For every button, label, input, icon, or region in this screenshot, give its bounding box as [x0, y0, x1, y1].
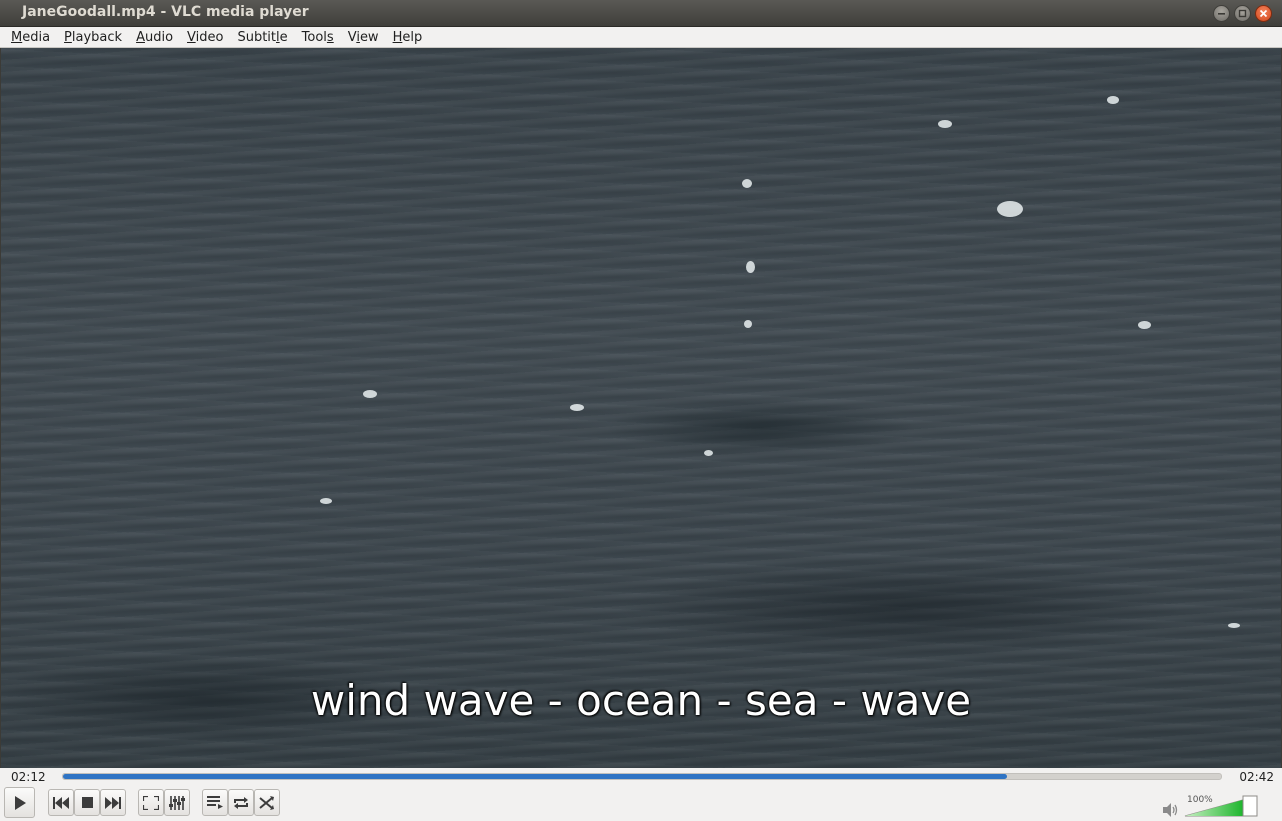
minimize-button[interactable]	[1213, 5, 1230, 22]
next-icon	[105, 796, 121, 809]
seek-slider[interactable]	[62, 773, 1222, 780]
extended-settings-button[interactable]	[164, 789, 190, 816]
playlist-button[interactable]	[202, 789, 228, 816]
playlist-icon	[207, 796, 223, 809]
water-sparkle	[742, 179, 752, 188]
previous-icon	[53, 796, 69, 809]
total-time[interactable]: 02:42	[1239, 770, 1274, 784]
water-sparkle	[744, 320, 752, 328]
fullscreen-icon	[143, 795, 159, 810]
water-sparkle	[1228, 623, 1240, 628]
previous-button[interactable]	[48, 789, 74, 816]
water-sparkle	[746, 261, 755, 273]
menu-subtitle[interactable]: Subtitle	[230, 27, 294, 48]
menu-media[interactable]: Media	[4, 27, 57, 48]
water-sparkle	[704, 450, 713, 456]
menu-audio[interactable]: Audio	[129, 27, 180, 48]
maximize-icon	[1238, 9, 1247, 18]
menu-tools[interactable]: Tools	[295, 27, 341, 48]
water-sparkle	[1107, 96, 1119, 104]
minimize-icon	[1218, 13, 1225, 15]
water-sparkle	[997, 201, 1023, 217]
close-icon	[1259, 9, 1268, 18]
seek-progress	[63, 774, 1007, 779]
water-sparkle	[363, 390, 377, 398]
shuffle-button[interactable]	[254, 789, 280, 816]
close-button[interactable]	[1255, 5, 1272, 22]
play-icon	[14, 795, 26, 810]
play-button[interactable]	[4, 787, 35, 818]
fullscreen-button[interactable]	[138, 789, 164, 816]
loop-button[interactable]	[228, 789, 254, 816]
loop-icon	[234, 796, 248, 809]
menu-video[interactable]: Video	[180, 27, 230, 48]
control-panel: 02:12 02:42 100%	[0, 768, 1282, 821]
maximize-button[interactable]	[1234, 5, 1251, 22]
shuffle-icon	[259, 795, 274, 810]
menu-view[interactable]: View	[341, 27, 386, 48]
volume-slider-handle[interactable]	[1242, 795, 1258, 817]
stop-icon	[81, 797, 93, 808]
water-sparkle	[320, 498, 332, 504]
video-frame[interactable]: wind wave - ocean - sea - wave	[1, 48, 1281, 768]
water-sparkle	[570, 404, 584, 411]
volume-slider[interactable]	[1184, 795, 1258, 817]
menu-help[interactable]: Help	[386, 27, 430, 48]
elapsed-time: 02:12	[11, 770, 46, 784]
stop-button[interactable]	[74, 789, 100, 816]
menu-playback[interactable]: Playback	[57, 27, 129, 48]
subtitle-text: wind wave - ocean - sea - wave	[310, 676, 972, 725]
speaker-icon[interactable]	[1163, 803, 1179, 817]
water-sparkle	[938, 120, 952, 128]
window-controls	[1213, 5, 1272, 22]
window-title: JaneGoodall.mp4 - VLC media player	[22, 4, 309, 20]
extended-settings-icon	[169, 795, 185, 810]
water-sparkle	[1138, 321, 1151, 329]
title-bar: JaneGoodall.mp4 - VLC media player	[0, 0, 1282, 27]
next-button[interactable]	[100, 789, 126, 816]
menu-bar: Media Playback Audio Video Subtitle Tool…	[0, 27, 1282, 48]
